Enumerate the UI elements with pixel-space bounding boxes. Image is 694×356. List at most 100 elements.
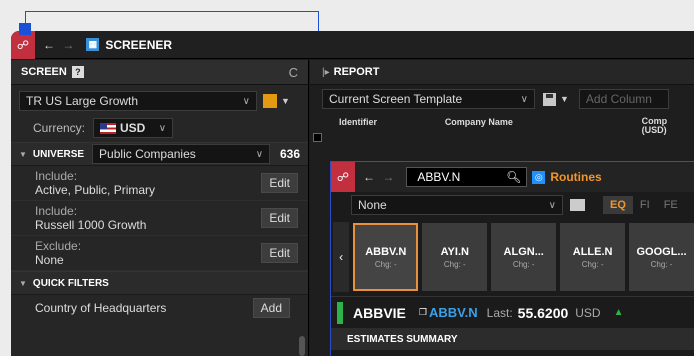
currency-select[interactable]: USD ∨: [93, 118, 174, 138]
edit-button[interactable]: Edit: [261, 208, 298, 228]
chevron-down-icon: ∨: [158, 122, 167, 134]
search-icon[interactable]: 🔍︎: [506, 170, 521, 184]
quote-filter-row: None ∨ EQ FI FE: [331, 192, 694, 218]
rule-label: Include:: [35, 169, 78, 183]
universe-select[interactable]: Public Companies ∨: [92, 144, 271, 164]
quick-filters-header[interactable]: ▼ QUICK FILTERS: [11, 271, 308, 295]
chevron-down-icon: ∨: [255, 148, 264, 160]
dropdown-arrow-icon[interactable]: ▼: [281, 96, 290, 106]
report-header[interactable]: |▸ REPORT: [310, 60, 694, 85]
forward-arrow-icon[interactable]: →: [382, 170, 396, 184]
window-link-icon[interactable]: ❐: [419, 307, 427, 318]
estimates-summary-header[interactable]: ESTIMATES SUMMARY: [331, 328, 694, 350]
template-select[interactable]: TR US Large Growth ∨: [19, 91, 257, 111]
quote-toolbar: ☍ ← → ABBV.N 🔍︎ ◎ Routines: [331, 162, 694, 192]
rule-value: None: [35, 253, 64, 267]
rule-label: Exclude:: [35, 239, 82, 253]
nav-arrows: ← →: [43, 38, 76, 52]
ticker-tile[interactable]: GOOGL... Chg: -: [629, 223, 694, 291]
back-arrow-icon[interactable]: ←: [43, 38, 57, 52]
tile-ric: ALGN...: [503, 245, 544, 258]
asset-class-tabs: EQ FI FE: [603, 196, 685, 214]
chevron-left-icon[interactable]: ‹: [333, 222, 350, 292]
edit-button[interactable]: Edit: [261, 173, 298, 193]
back-arrow-icon[interactable]: ←: [363, 170, 377, 184]
help-icon[interactable]: ?: [71, 66, 84, 78]
screen-panel: SCREEN ? C TR US Large Growth ∨ ▼ Curren…: [11, 60, 309, 356]
template-row: TR US Large Growth ∨ ▼: [11, 88, 308, 114]
refresh-icon[interactable]: C: [289, 65, 298, 80]
selection-outline-top: [25, 11, 319, 12]
resize-handle[interactable]: [19, 23, 31, 35]
report-controls: Current Screen Template ∨ ▼ Add Column: [310, 85, 694, 113]
tile-ric: GOOGL...: [636, 245, 687, 258]
quote-header: ABBVIE ❐ ABBV.N Last: 55.6200 USD ▲: [331, 296, 694, 328]
forward-arrow-icon[interactable]: →: [62, 38, 76, 52]
universe-count: 636: [279, 147, 300, 161]
tab-fe[interactable]: FE: [657, 196, 685, 214]
price-currency: USD: [575, 305, 601, 320]
screener-window: ☍ ← → ▦ SCREENER SCREEN ? C TR US Large …: [11, 31, 694, 356]
tab-fi[interactable]: FI: [633, 196, 657, 214]
quick-filter-row: Country of Headquarters Add: [11, 295, 308, 321]
column-header-identifier[interactable]: Identifier: [339, 117, 445, 127]
collapse-triangle-icon: ▼: [19, 149, 27, 159]
rule-value: Russell 1000 Growth: [35, 218, 147, 232]
company-name: ABBVIE: [353, 304, 406, 321]
save-icon[interactable]: [543, 92, 556, 106]
ticker-tile[interactable]: AYI.N Chg: -: [422, 223, 488, 291]
last-label: Last:: [486, 305, 513, 320]
dropdown-arrow-icon[interactable]: ▼: [560, 94, 569, 104]
report-column-headers: Identifier Company Name Comp (USD): [310, 113, 694, 143]
currency-value: USD: [120, 121, 146, 135]
expand-arrow-icon[interactable]: |▸: [322, 67, 330, 78]
nav-arrows: ← →: [363, 170, 396, 184]
ric-search-input[interactable]: ABBV.N 🔍︎: [406, 167, 528, 187]
watchlist-value: None: [358, 198, 387, 212]
add-button[interactable]: Add: [252, 298, 290, 318]
chevron-down-icon: ∨: [548, 199, 556, 211]
add-column-input[interactable]: Add Column: [578, 89, 669, 109]
link-logo-icon[interactable]: ☍: [331, 162, 355, 192]
scrollbar[interactable]: [299, 336, 305, 356]
universe-title: UNIVERSE: [32, 148, 85, 160]
column-header-comp[interactable]: Comp (USD): [642, 117, 694, 135]
ric-link[interactable]: ABBV.N: [429, 305, 478, 320]
report-panel: |▸ REPORT Current Screen Template ∨ ▼ Ad…: [310, 60, 694, 356]
universe-header[interactable]: ▼ UNIVERSE Public Companies ∨ 636: [11, 142, 308, 166]
quick-filters-title: QUICK FILTERS: [32, 277, 109, 289]
currency-label: Currency:: [33, 121, 86, 135]
tile-change: Chg: -: [650, 259, 673, 269]
currency-row: Currency: USD ∨: [11, 114, 308, 142]
ticker-tile[interactable]: ALLE.N Chg: -: [560, 223, 626, 291]
rule-label: Include:: [35, 204, 78, 218]
calendar-icon[interactable]: [263, 94, 277, 108]
ticker-tile[interactable]: ALGN... Chg: -: [491, 223, 557, 291]
last-price: 55.6200: [517, 304, 569, 321]
tile-ric: AYI.N: [440, 245, 469, 258]
chevron-down-icon: ∨: [520, 93, 528, 105]
routines-link[interactable]: Routines: [550, 170, 601, 184]
tile-ric: ABBV.N: [365, 245, 407, 258]
status-bar: [337, 301, 343, 324]
screen-header: SCREEN ? C: [11, 60, 308, 85]
tile-change: Chg: -: [374, 259, 397, 269]
chevron-down-icon: ∨: [242, 95, 250, 107]
screen-title: SCREEN: [21, 66, 67, 78]
ticker-tile[interactable]: ABBV.N Chg: -: [353, 223, 419, 291]
column-header-company-name[interactable]: Company Name: [445, 117, 642, 127]
folder-icon[interactable]: [570, 199, 585, 211]
rule-row: Exclude: None Edit: [11, 236, 308, 271]
ric-input-value: ABBV.N: [417, 170, 461, 184]
watchlist-select[interactable]: None ∨: [351, 195, 563, 215]
tile-change: Chg: -: [512, 259, 535, 269]
select-all-checkbox[interactable]: [313, 133, 322, 142]
report-template-select[interactable]: Current Screen Template ∨: [322, 89, 535, 109]
link-logo-icon[interactable]: ☍: [11, 31, 35, 59]
tile-ric: ALLE.N: [572, 245, 613, 258]
title-bar: ☍ ← → ▦ SCREENER: [11, 31, 694, 59]
rule-row: Include: Russell 1000 Growth Edit: [11, 201, 308, 236]
edit-button[interactable]: Edit: [261, 243, 298, 263]
tab-eq[interactable]: EQ: [603, 196, 633, 214]
routines-icon[interactable]: ◎: [532, 170, 546, 184]
